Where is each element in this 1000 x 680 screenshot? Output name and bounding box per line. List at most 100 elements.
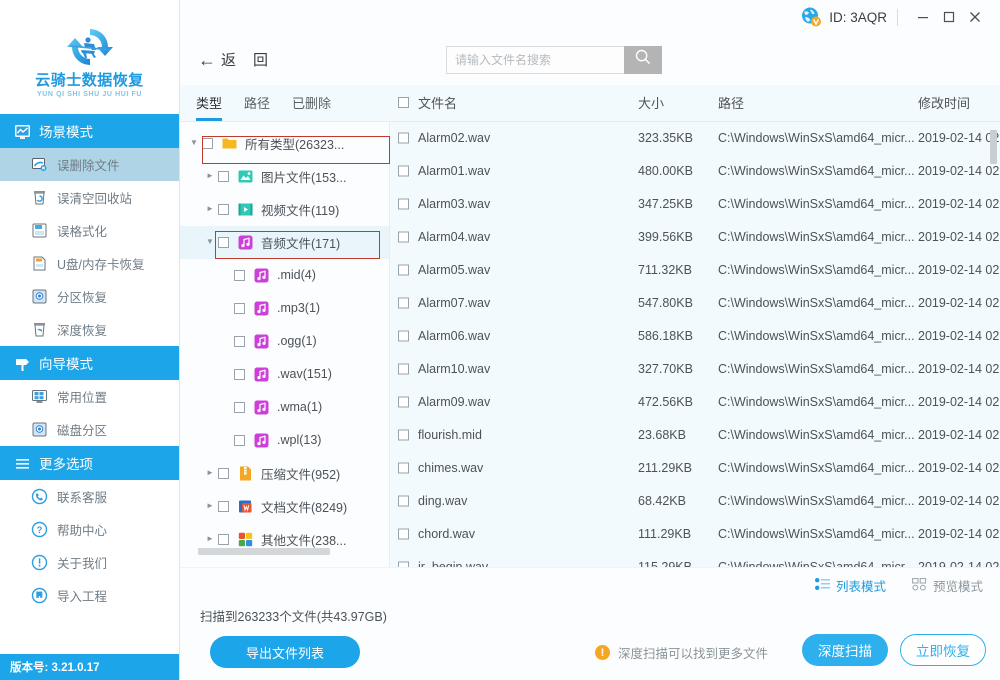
file-row[interactable]: Alarm06.wav 586.18KB C:\Windows\WinSxS\amd… [390,320,1000,353]
tree-node[interactable]: .wav(151) [180,358,389,391]
file-row[interactable]: flourish.mid 23.68KB C:\Windows\WinSxS\amd… [390,419,1000,452]
tree-node-checkbox[interactable] [234,269,245,281]
file-row[interactable]: Alarm02.wav 323.35KB C:\Windows\WinSxS\amd… [390,122,1000,155]
file-row-checkbox[interactable] [398,528,409,540]
file-row[interactable]: Alarm10.wav 327.70KB C:\Windows\WinSxS\amd… [390,353,1000,386]
tree-node[interactable]: .mp3(1) [180,292,389,325]
caret-down-icon[interactable]: ▼ [186,139,202,147]
file-row-checkbox[interactable] [398,264,409,276]
minimize-button[interactable] [910,4,936,30]
tree-node-checkbox[interactable] [234,335,245,347]
sidebar-item-partition-recovery[interactable]: 分区恢复 [0,280,179,313]
caret-glyph: ► [206,204,214,214]
sidebar-item-format[interactable]: 误格式化 [0,214,179,247]
back-button[interactable]: ← 返 回 [198,49,268,70]
tree-node-checkbox[interactable] [234,368,245,380]
sidebar-item-import-project[interactable]: 导入工程 [0,579,179,612]
search-button[interactable] [624,45,663,74]
file-row-checkbox[interactable] [398,495,409,507]
caret-right-icon[interactable]: ► [202,205,218,213]
sidebar-item-help-center[interactable]: ? 帮助中心 [0,513,179,546]
close-button[interactable] [962,4,988,30]
file-row-checkbox[interactable] [398,330,409,342]
tree-node-checkbox[interactable] [202,137,213,149]
tree-node[interactable]: ► 视频文件(119) [180,193,389,226]
tab-type[interactable]: 类型 [196,85,223,121]
recover-now-button[interactable]: 立即恢复 [900,634,986,666]
list-mode-button[interactable]: 列表模式 [814,576,886,595]
tab-path[interactable]: 路径 [244,85,270,121]
caret-right-icon[interactable]: ► [202,535,218,543]
file-row[interactable]: Alarm03.wav 347.25KB C:\Windows\WinSxS\amd… [390,188,1000,221]
sidebar-item-common-location[interactable]: 常用位置 [0,380,179,413]
tree-node[interactable]: ► 文档文件(8249) [180,490,389,523]
sidebar-item-usb-card[interactable]: U盘/内存卡恢复 [0,247,179,280]
caret-right-icon[interactable]: ► [202,172,218,180]
sidebar-item-contact-support[interactable]: 联系客服 [0,480,179,513]
file-row[interactable]: Alarm09.wav 472.56KB C:\Windows\WinSxS\amd… [390,386,1000,419]
tree-node[interactable]: ► 图片文件(153... [180,160,389,193]
user-id-badge[interactable]: ID: 3AQR [800,6,887,28]
caret-right-icon[interactable]: ► [202,502,218,510]
file-row[interactable]: ding.wav 68.42KB C:\Windows\WinSxS\amd64_m… [390,485,1000,518]
file-row-checkbox[interactable] [398,429,409,441]
tree-node-checkbox[interactable] [218,236,229,248]
tree-node-checkbox[interactable] [218,203,229,215]
file-row-checkbox[interactable] [398,198,409,210]
select-all-checkbox[interactable] [398,97,409,109]
file-row[interactable]: ir_begin.wav 115.29KB C:\Windows\WinSxS\am… [390,551,1000,567]
tree-node[interactable]: .mid(4) [180,259,389,292]
tree-node-checkbox[interactable] [218,500,229,512]
tree-hscroll-thumb[interactable] [198,548,330,555]
file-row-checkbox[interactable] [398,231,409,243]
sidebar-item-about-us[interactable]: 关于我们 [0,546,179,579]
tree-node-checkbox[interactable] [218,533,229,545]
sidebar-item-label: 帮助中心 [57,524,108,538]
file-row[interactable]: chimes.wav 211.29KB C:\Windows\WinSxS\amd6… [390,452,1000,485]
file-row[interactable]: chord.wav 111.29KB C:\Windows\WinSxS\amd64… [390,518,1000,551]
preview-mode-button[interactable]: 预览模式 [912,576,983,595]
file-row-checkbox[interactable] [398,165,409,177]
column-header-time[interactable]: 修改时间 [918,93,970,112]
file-row-checkbox[interactable] [398,297,409,309]
tree-node[interactable]: .wma(1) [180,391,389,424]
sidebar-section-scene-mode[interactable]: 场景模式 [0,114,179,148]
tree-node[interactable]: .ogg(1) [180,325,389,358]
file-row[interactable]: Alarm05.wav 711.32KB C:\Windows\WinSxS\amd… [390,254,1000,287]
sidebar-item-deleted-file[interactable]: 误删除文件 [0,148,179,181]
file-row[interactable]: Alarm01.wav 480.00KB C:\Windows\WinSxS\amd… [390,155,1000,188]
sidebar-item-deep-recovery[interactable]: 深度恢复 [0,313,179,346]
maximize-button[interactable] [936,4,962,30]
tree-node[interactable]: .wpl(13) [180,424,389,457]
file-row-checkbox[interactable] [398,132,409,144]
search-input[interactable] [446,45,625,74]
caret-down-icon[interactable]: ▼ [202,238,218,246]
file-row-checkbox[interactable] [398,363,409,375]
file-row-checkbox[interactable] [398,462,409,474]
tree-node-checkbox[interactable] [234,434,245,446]
sidebar-section-wizard-mode[interactable]: 向导模式 [0,346,179,380]
tree-node-checkbox[interactable] [234,302,245,314]
deep-scan-button[interactable]: 深度扫描 [802,634,888,666]
export-file-list-button[interactable]: 导出文件列表 [210,636,360,668]
tree-node-checkbox[interactable] [234,401,245,413]
tab-deleted[interactable]: 已删除 [292,85,331,121]
sidebar-item-disk-partition[interactable]: 磁盘分区 [0,413,179,446]
column-header-path[interactable]: 路径 [718,93,744,112]
file-size: 480.00KB [638,164,693,179]
tree-node-checkbox[interactable] [218,467,229,479]
file-row[interactable]: Alarm07.wav 547.80KB C:\Windows\WinSxS\amd… [390,287,1000,320]
sidebar-item-recycle-bin[interactable]: 误清空回收站 [0,181,179,214]
file-row-checkbox[interactable] [398,396,409,408]
tree-node[interactable]: ► 压缩文件(952) [180,457,389,490]
tree-node[interactable]: ▼ 音频文件(171) [180,225,389,259]
tree-node-checkbox[interactable] [218,170,229,182]
sidebar-section-more-options[interactable]: 更多选项 [0,446,179,480]
caret-right-icon[interactable]: ► [202,469,218,477]
column-header-name: 文件名 [418,96,458,112]
tree-node[interactable]: ▼ 所有类型(26323... [180,127,389,160]
tree-hscroll-track[interactable] [180,548,389,561]
file-row[interactable]: Alarm04.wav 399.56KB C:\Windows\WinSxS\amd… [390,221,1000,254]
column-header-size[interactable]: 大小 [638,93,664,112]
file-list-scrollbar-thumb[interactable] [990,129,997,164]
